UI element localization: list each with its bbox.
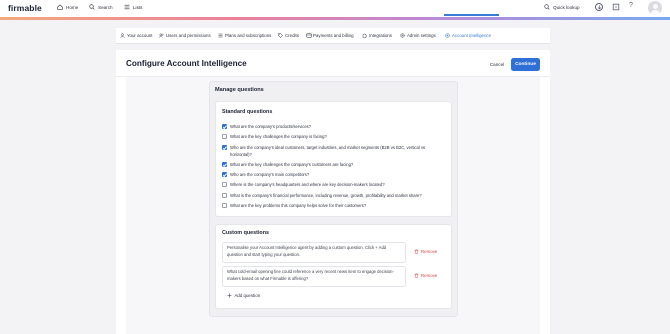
question-checkbox[interactable]: [222, 162, 227, 167]
nav-home-label: Home: [66, 4, 79, 10]
sparkle-icon: [445, 33, 450, 38]
standard-question-row[interactable]: What are the key challenges the company'…: [222, 161, 446, 168]
download-icon[interactable]: [595, 3, 603, 11]
standard-question-row[interactable]: Where is the company's headquarters and …: [222, 181, 446, 188]
nav-search[interactable]: Search: [89, 4, 113, 10]
question-text: What are the key problems this company h…: [230, 203, 367, 208]
tab-label: Integrations: [369, 33, 392, 38]
add-question-label: Add question: [234, 293, 261, 298]
avatar[interactable]: [648, 1, 662, 15]
firmable-logo[interactable]: firmable: [8, 3, 42, 13]
gear-icon: [400, 33, 405, 38]
question-checkbox[interactable]: [222, 203, 227, 208]
home-icon: [57, 4, 63, 10]
question-text: Who are the company's ideal customers, t…: [230, 145, 426, 157]
tab-plans-and-subscriptions[interactable]: Plans and subscriptions: [218, 33, 271, 38]
trash-icon: [414, 249, 419, 254]
tab-label: Admin settings: [407, 33, 436, 38]
page-title: Configure Account Intelligence: [126, 59, 247, 68]
tab-label: Users and permissions: [166, 33, 211, 38]
remove-button[interactable]: Remove: [414, 273, 437, 278]
remove-label: Remove: [421, 249, 438, 254]
manage-questions-title: Manage questions: [215, 87, 264, 93]
question-checkbox[interactable]: [222, 193, 227, 198]
tab-payments-and-billing[interactable]: Payments and billing: [306, 33, 354, 38]
remove-label: Remove: [421, 273, 438, 278]
standard-question-row[interactable]: What are the key problems this company h…: [222, 202, 446, 209]
question-text: What are the key challenges the company'…: [230, 162, 354, 167]
custom-questions-title: Custom questions: [222, 230, 270, 236]
standard-question-row[interactable]: What are the company's products/services…: [222, 123, 446, 130]
standard-questions-title: Standard questions: [222, 109, 273, 115]
question-checkbox[interactable]: [222, 182, 227, 187]
quick-lookup-button[interactable]: Quick lookup: [544, 4, 580, 10]
question-text: What is the company's financial performa…: [230, 193, 422, 198]
puzzle-icon: [362, 33, 367, 38]
tag-icon: [278, 33, 283, 38]
tab-your-account[interactable]: Your account: [120, 33, 152, 38]
tab-credits[interactable]: Credits: [278, 33, 299, 38]
standard-questions-card: [215, 101, 452, 217]
continue-button[interactable]: Continue: [511, 58, 540, 71]
help-icon[interactable]: ?: [629, 2, 633, 9]
tab-label: Your account: [127, 33, 153, 38]
active-tab-indicator: [444, 14, 499, 16]
question-checkbox[interactable]: [222, 145, 227, 150]
standard-question-row[interactable]: Who are the company's main competitors?: [222, 171, 446, 178]
quick-lookup-label: Quick lookup: [553, 4, 580, 10]
card-icon: [306, 33, 312, 38]
plus-icon: [227, 293, 232, 298]
nav-search-label: Search: [98, 4, 113, 10]
tab-admin-settings[interactable]: Admin settings: [400, 33, 436, 38]
tab-integrations[interactable]: Integrations: [362, 33, 392, 38]
cancel-button[interactable]: Cancel: [486, 59, 508, 70]
tab-label: Credits: [285, 33, 299, 38]
search-icon: [544, 4, 550, 10]
settings-tabs: Your account Users and permissions Plans…: [116, 28, 550, 44]
nav-home[interactable]: Home: [57, 4, 78, 10]
remove-button[interactable]: Remove: [414, 249, 437, 254]
users-icon: [159, 33, 164, 38]
tab-users-and-permissions[interactable]: Users and permissions: [159, 33, 211, 38]
building-icon[interactable]: [612, 3, 620, 11]
standard-question-row[interactable]: What is the company's financial performa…: [222, 192, 446, 199]
nav-lists-label: Lists: [133, 4, 143, 10]
standard-question-row[interactable]: Who are the company's ideal customers, t…: [222, 144, 446, 158]
question-text: What are the key challenges the company …: [230, 134, 327, 139]
question-checkbox[interactable]: [222, 134, 227, 139]
list-icon: [124, 4, 130, 10]
brand-gradient-strip: [0, 17, 670, 20]
tab-account-intelligence[interactable]: Account intelligence: [445, 33, 491, 38]
list-icon: [218, 33, 223, 38]
custom-question-input[interactable]: What cold-email opening line could refer…: [222, 266, 406, 287]
tab-label: Payments and billing: [313, 33, 354, 38]
question-text: Who are the company's main competitors?: [230, 172, 310, 177]
question-checkbox[interactable]: [222, 172, 227, 177]
question-text: Where is the company's headquarters and …: [230, 182, 385, 187]
tab-label: Plans and subscriptions: [225, 33, 272, 38]
user-icon: [120, 33, 125, 38]
search-icon: [89, 4, 95, 10]
trash-icon: [414, 273, 419, 278]
question-checkbox[interactable]: [222, 124, 227, 129]
custom-question-input[interactable]: Personalise your Account Intelligence ag…: [222, 242, 406, 263]
nav-lists[interactable]: Lists: [124, 4, 142, 10]
question-text: What are the company's products/services…: [230, 124, 312, 129]
tab-label: Account intelligence: [452, 33, 492, 38]
add-question-button[interactable]: Add question: [227, 293, 260, 298]
standard-question-row[interactable]: What are the key challenges the company …: [222, 133, 446, 140]
top-navigation-bar: firmable Home Search Lists Quick lookup …: [0, 0, 670, 17]
